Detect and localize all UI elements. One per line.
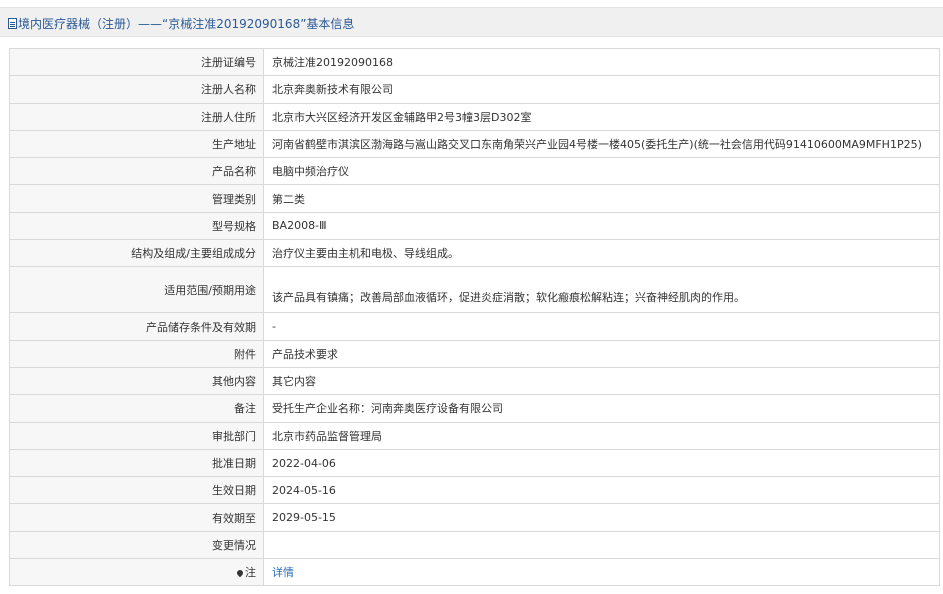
row-label: 产品名称	[9, 157, 264, 186]
table-row: 产品名称 电脑中频治疗仪	[9, 157, 940, 186]
row-value: -	[263, 312, 940, 341]
row-value: 第二类	[263, 184, 940, 213]
details-link[interactable]: 详情	[272, 566, 294, 579]
row-label: 注册人名称	[9, 75, 264, 104]
row-value	[263, 530, 940, 560]
row-label: 其他内容	[9, 366, 264, 396]
page-header: 境内医疗器械（注册）——“京械注准20192090168”基本信息	[0, 7, 943, 37]
table-row: 变更情况	[9, 530, 940, 560]
row-value: 北京市大兴区经济开发区金辅路甲2号3幢3层D302室	[263, 102, 940, 131]
table-row: 生产地址 河南省鹤壁市淇滨区渤海路与嵩山路交叉口东南角荣兴产业园4号楼一楼405…	[9, 129, 940, 159]
table-row: 有效期至 2029-05-15	[9, 503, 940, 532]
row-value: 河南省鹤壁市淇滨区渤海路与嵩山路交叉口东南角荣兴产业园4号楼一楼405(委托生产…	[263, 129, 940, 159]
row-value: 治疗仪主要由主机和电极、导线组成。	[263, 239, 940, 268]
row-value: 2022-04-06	[263, 448, 940, 478]
table-row: 审批部门 北京市药品监督管理局	[9, 421, 940, 450]
row-value: 其它内容	[263, 366, 940, 396]
page-title-text: 境内医疗器械（注册）——“京械注准20192090168”基本信息	[18, 17, 355, 31]
table-row: 注册人住所 北京市大兴区经济开发区金辅路甲2号3幢3层D302室	[9, 102, 940, 131]
row-label: 结构及组成/主要组成成分	[9, 239, 264, 268]
row-value: BA2008-Ⅲ	[263, 211, 940, 241]
pin-icon	[235, 568, 245, 578]
table-row: 型号规格 BA2008-Ⅲ	[9, 211, 940, 241]
table-row: 产品储存条件及有效期 -	[9, 312, 940, 341]
page-title: 境内医疗器械（注册）——“京械注准20192090168”基本信息	[8, 15, 354, 32]
row-label: 注册证编号	[9, 47, 264, 77]
row-label: 备注	[9, 394, 264, 423]
row-label: 型号规格	[9, 211, 264, 241]
row-label: 变更情况	[9, 530, 264, 560]
row-label: 批准日期	[9, 448, 264, 478]
row-label: 生效日期	[9, 476, 264, 505]
row-label: 适用范围/预期用途	[9, 266, 264, 314]
row-value: 2029-05-15	[263, 503, 940, 532]
info-table: 注册证编号 京械注准20192090168 注册人名称 北京奔奥新技术有限公司 …	[9, 47, 940, 587]
table-row: 管理类别 第二类	[9, 184, 940, 213]
row-value: 2024-05-16	[263, 476, 940, 505]
row-label: 审批部门	[9, 421, 264, 450]
table-row: 注册人名称 北京奔奥新技术有限公司	[9, 75, 940, 104]
row-value: 电脑中频治疗仪	[263, 157, 940, 186]
table-row: 生效日期 2024-05-16	[9, 476, 940, 505]
table-row: 结构及组成/主要组成成分 治疗仪主要由主机和电极、导线组成。	[9, 239, 940, 268]
row-value: 产品技术要求	[263, 339, 940, 368]
note-label-cell: 注	[9, 558, 264, 587]
table-row: 适用范围/预期用途 该产品具有镇痛；改善局部血液循环，促进炎症消散；软化瘢痕松解…	[9, 266, 940, 314]
row-value: 北京市药品监督管理局	[263, 421, 940, 450]
row-label: 附件	[9, 339, 264, 368]
document-icon	[8, 18, 17, 29]
note-label: 注	[245, 566, 256, 580]
note-value-cell: 详情	[263, 558, 940, 587]
row-value: 北京奔奥新技术有限公司	[263, 75, 940, 104]
table-row: 其他内容 其它内容	[9, 366, 940, 396]
table-row: 批准日期 2022-04-06	[9, 448, 940, 478]
row-value: 京械注准20192090168	[263, 47, 940, 77]
row-value: 受托生产企业名称：河南奔奥医疗设备有限公司	[263, 394, 940, 423]
row-label: 产品储存条件及有效期	[9, 312, 264, 341]
row-label: 有效期至	[9, 503, 264, 532]
row-value: 该产品具有镇痛；改善局部血液循环，促进炎症消散；软化瘢痕松解粘连；兴奋神经肌肉的…	[263, 266, 940, 314]
row-label: 生产地址	[9, 129, 264, 159]
table-row: 备注 受托生产企业名称：河南奔奥医疗设备有限公司	[9, 394, 940, 423]
row-label: 管理类别	[9, 184, 264, 213]
note-row: 注 详情	[9, 558, 940, 587]
table-row: 注册证编号 京械注准20192090168	[9, 47, 940, 77]
table-row: 附件 产品技术要求	[9, 339, 940, 368]
row-label: 注册人住所	[9, 102, 264, 131]
